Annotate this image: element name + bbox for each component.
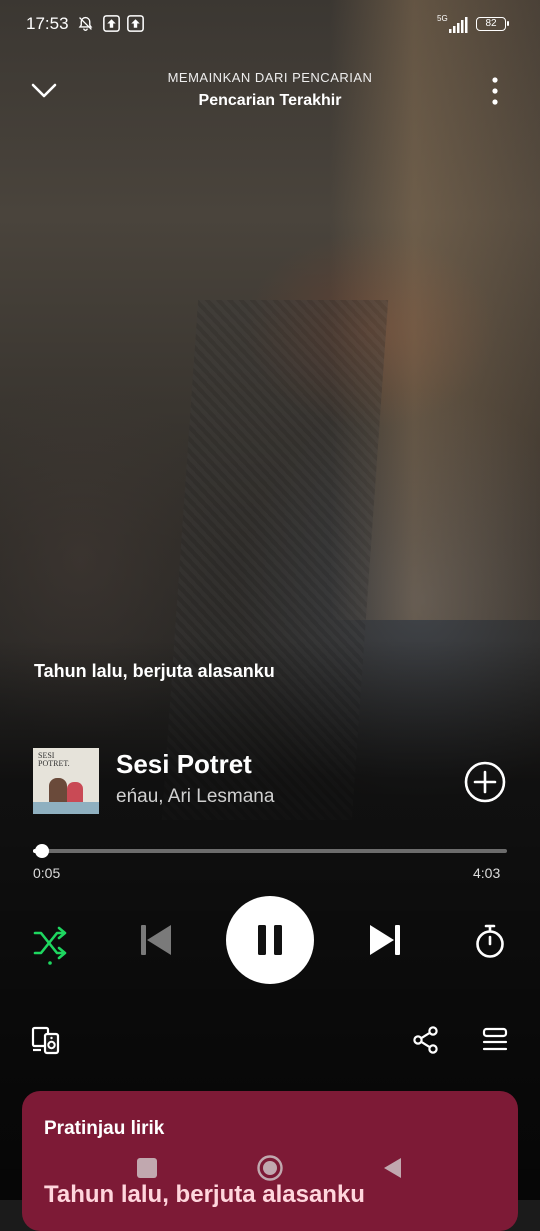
album-cover: SESI POTRET. <box>33 748 99 814</box>
progress-bar[interactable] <box>33 844 507 858</box>
home-circle-icon[interactable] <box>256 1154 284 1182</box>
mute-bell-icon <box>78 16 93 31</box>
signal-icon <box>449 17 468 33</box>
connect-device-icon[interactable] <box>31 1025 61 1055</box>
pause-button[interactable] <box>226 896 314 984</box>
lyrics-card-title: Pratinjau lirik <box>44 1118 165 1139</box>
system-nav-bar <box>0 1140 540 1200</box>
shuffle-icon[interactable] <box>33 925 67 965</box>
upload-icon <box>103 15 120 32</box>
next-icon[interactable] <box>367 922 403 958</box>
back-triangle-icon[interactable] <box>379 1154 407 1182</box>
status-time: 17:53 <box>26 14 69 33</box>
battery-level: 82 <box>485 18 497 29</box>
song-title[interactable]: Sesi Potret <box>116 749 252 780</box>
add-to-library-icon[interactable] <box>464 761 506 803</box>
total-time: 4:03 <box>473 865 501 881</box>
battery-icon: 82 <box>476 17 509 31</box>
status-bar: 17:53 5G 82 <box>0 0 540 50</box>
song-artist[interactable]: eńau, Ari Lesmana <box>116 786 274 808</box>
network-type: 5G <box>437 14 448 23</box>
album-cover-title: SESI POTRET. <box>38 751 70 768</box>
sleep-timer-icon[interactable] <box>474 923 506 959</box>
pause-icon <box>258 925 282 955</box>
queue-icon[interactable] <box>482 1027 508 1053</box>
more-vertical-icon[interactable] <box>485 76 505 106</box>
playing-context-name: Pencarian Terakhir <box>198 92 342 109</box>
playing-context-label: MEMAINKAN DARI PENCARIAN <box>167 70 373 85</box>
elapsed-time: 0:05 <box>33 865 61 881</box>
album-cover-floor <box>33 802 99 814</box>
recents-square-icon[interactable] <box>133 1154 161 1182</box>
share-icon[interactable] <box>412 1026 440 1054</box>
current-lyric: Tahun lalu, berjuta alasanku <box>34 661 275 681</box>
previous-icon[interactable] <box>138 922 174 958</box>
upload-icon <box>127 15 144 32</box>
